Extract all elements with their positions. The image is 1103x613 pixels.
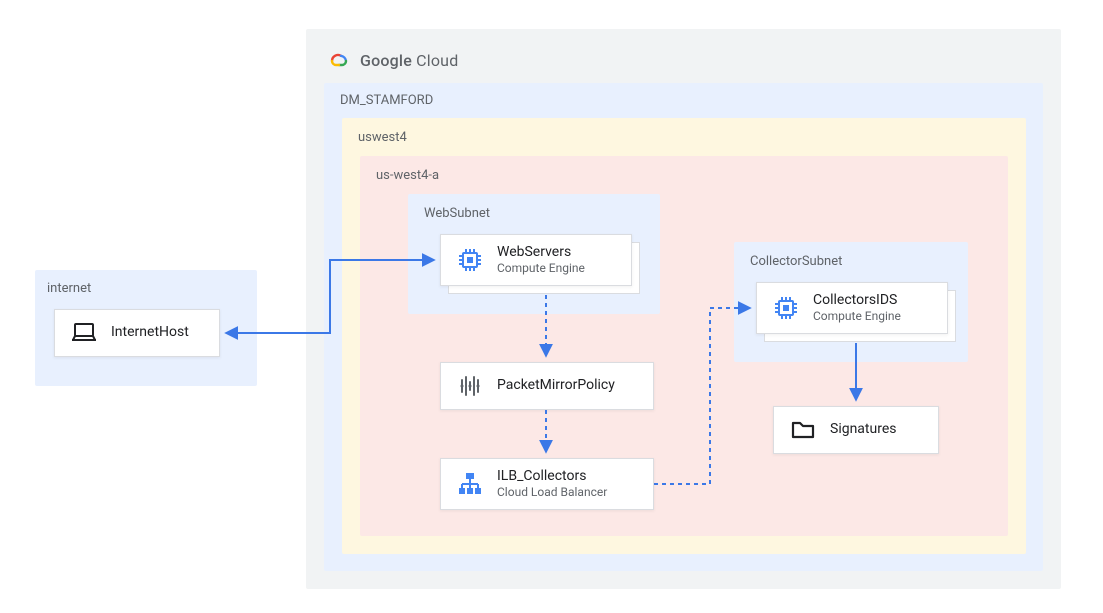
compute-engine-icon xyxy=(771,293,801,323)
label-websubnet: WebSubnet xyxy=(424,206,490,221)
node-signatures: Signatures xyxy=(773,406,939,454)
laptop-icon xyxy=(69,318,99,348)
google-cloud-logo: Google Cloud xyxy=(326,47,458,73)
label-region: uswest4 xyxy=(358,130,407,145)
label-collectorsubnet: CollectorSubnet xyxy=(750,254,842,269)
label-zone: us-west4-a xyxy=(376,168,439,183)
ilb-sub: Cloud Load Balancer xyxy=(497,485,607,500)
signatures-title: Signatures xyxy=(830,421,897,439)
label-internet: internet xyxy=(47,281,91,296)
internet-host-title: InternetHost xyxy=(111,324,189,342)
packet-mirror-icon xyxy=(455,371,485,401)
node-ilb: ILB_Collectors Cloud Load Balancer xyxy=(440,458,654,510)
google-cloud-icon xyxy=(326,47,352,73)
folder-icon xyxy=(788,415,818,445)
collectors-ids-sub: Compute Engine xyxy=(813,309,901,324)
node-internet-host: InternetHost xyxy=(54,309,220,357)
webservers-sub: Compute Engine xyxy=(497,261,585,276)
webservers-title: WebServers xyxy=(497,244,585,262)
node-webservers: WebServers Compute Engine xyxy=(440,234,632,286)
ilb-title: ILB_Collectors xyxy=(497,468,607,486)
collectors-ids-title: CollectorsIDS xyxy=(813,292,901,310)
load-balancer-icon xyxy=(455,469,485,499)
node-packet-mirror: PacketMirrorPolicy xyxy=(440,362,654,410)
label-project: DM_STAMFORD xyxy=(340,93,433,108)
packet-mirror-title: PacketMirrorPolicy xyxy=(497,377,615,395)
google-cloud-text: Google Cloud xyxy=(360,51,458,70)
compute-engine-icon xyxy=(455,245,485,275)
node-collectors-ids: CollectorsIDS Compute Engine xyxy=(756,282,948,334)
diagram-canvas: Google Cloud DM_STAMFORD uswest4 us-west… xyxy=(0,0,1103,613)
